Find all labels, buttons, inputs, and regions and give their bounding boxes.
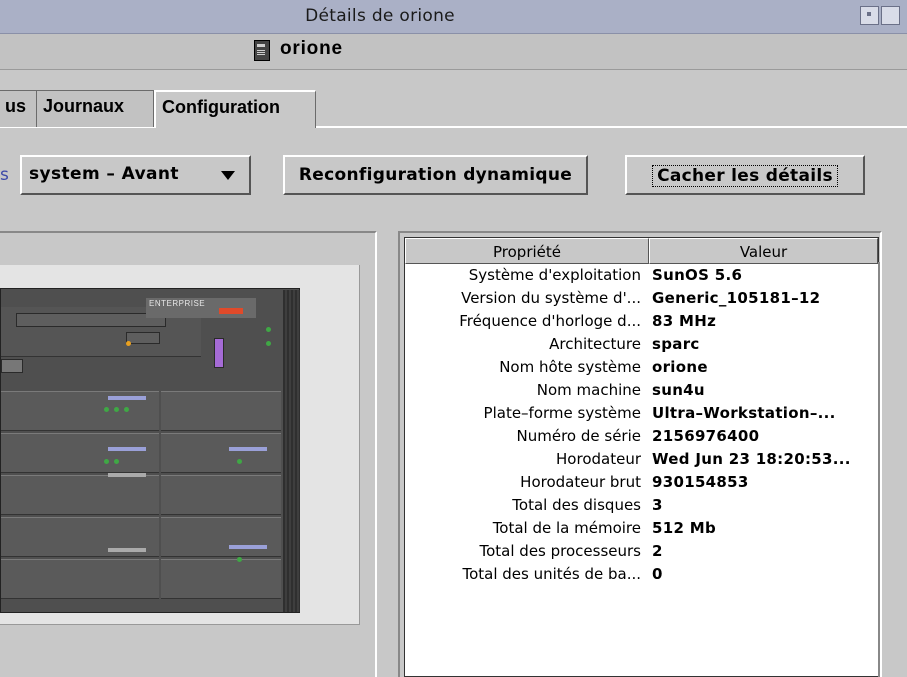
property-name: Total des unités de ba... [462, 565, 641, 583]
status-led-icon [237, 459, 242, 464]
table-row[interactable]: Nom hôte système orione [405, 358, 878, 381]
window-title: Détails de orione [305, 6, 455, 26]
property-value: 83 MHz [652, 312, 717, 330]
table-row[interactable]: Total des unités de ba... 0 [405, 565, 878, 588]
server-chassis-image[interactable] [0, 288, 300, 613]
property-name: Nom hôte système [499, 358, 641, 376]
minimize-button[interactable] [860, 6, 879, 25]
table-row[interactable]: Total des disques 3 [405, 496, 878, 519]
property-name: Total de la mémoire [492, 519, 641, 537]
property-value: 0 [652, 565, 663, 583]
disk-bay [161, 559, 281, 599]
property-value: Wed Jun 23 18:20:53... [652, 450, 851, 468]
properties-table[interactable]: Propriété Valeur Système d'exploitation S… [404, 237, 879, 677]
table-row[interactable]: Numéro de série 2156976400 [405, 427, 878, 450]
disk-label [108, 548, 146, 552]
property-name: Fréquence d'horloge d... [459, 312, 641, 330]
disk-bay [161, 433, 281, 473]
property-name: Horodateur [556, 450, 641, 468]
disk-bay [161, 475, 281, 515]
table-row[interactable]: Horodateur Wed Jun 23 18:20:53... [405, 450, 878, 473]
disk-label [229, 447, 267, 451]
computer-icon [254, 40, 270, 61]
table-row[interactable]: Fréquence d'horloge d... 83 MHz [405, 312, 878, 335]
property-value: sun4u [652, 381, 705, 399]
property-value: Ultra–Workstation–... [652, 404, 836, 422]
property-value: 512 Mb [652, 519, 716, 537]
table-row[interactable]: Nom machine sun4u [405, 381, 878, 404]
enterprise-logo: ENTERPRISE [146, 298, 256, 318]
disk-label [108, 473, 146, 477]
host-header: orione [0, 34, 907, 70]
property-value: SunOS 5.6 [652, 266, 743, 284]
table-row[interactable]: Plate–forme système Ultra–Workstation–... [405, 404, 878, 427]
property-name: Système d'exploitation [468, 266, 641, 284]
status-led-icon [237, 557, 242, 562]
chevron-down-icon [221, 171, 235, 180]
disk-label [229, 545, 267, 549]
property-value: 3 [652, 496, 663, 514]
disk-label [108, 396, 146, 400]
table-row[interactable]: Architecture sparc [405, 335, 878, 358]
property-name: Total des disques [512, 496, 641, 514]
logo-accent [219, 308, 243, 314]
tab-partial[interactable]: us [0, 90, 38, 127]
property-name: Nom machine [536, 381, 641, 399]
status-led-icon [114, 407, 119, 412]
disk-bay [1, 559, 159, 599]
view-label: s [0, 165, 9, 185]
table-row[interactable]: Total de la mémoire 512 Mb [405, 519, 878, 542]
status-led-icon [104, 459, 109, 464]
property-name: Total des processeurs [479, 542, 642, 560]
status-led-icon [266, 341, 271, 346]
enterprise-logo-text: ENTERPRISE [149, 299, 206, 308]
column-header-property[interactable]: Propriété [405, 238, 649, 264]
table-column-divider [878, 262, 880, 677]
property-name: Version du système d'... [461, 289, 641, 307]
disk-bay [1, 433, 159, 473]
window-title-bar[interactable]: Détails de orione [0, 0, 907, 34]
floppy-drive [126, 332, 160, 344]
table-row[interactable]: Système d'exploitation SunOS 5.6 [405, 266, 878, 289]
property-name: Plate–forme système [483, 404, 641, 422]
property-name: Horodateur brut [520, 473, 641, 491]
property-value: sparc [652, 335, 700, 353]
cdrom-drive [16, 313, 166, 327]
chassis-side-vent [283, 290, 300, 612]
property-value: 2 [652, 542, 663, 560]
status-led-icon [266, 327, 271, 332]
disk-bay [161, 517, 281, 557]
disk-label [108, 447, 146, 451]
table-row[interactable]: Version du système d'... Generic_105181–1… [405, 289, 878, 312]
property-value: 2156976400 [652, 427, 760, 445]
hide-details-label: Cacher les détails [652, 165, 838, 187]
chassis-latch [1, 359, 23, 373]
hide-details-button[interactable]: Cacher les détails [625, 155, 865, 195]
property-name: Numéro de série [516, 427, 641, 445]
status-led-icon [104, 407, 109, 412]
table-row[interactable]: Horodateur brut 930154853 [405, 473, 878, 496]
status-led-icon [114, 459, 119, 464]
view-select-value: system – Avant [29, 164, 179, 184]
dynamic-reconfiguration-button[interactable]: Reconfiguration dynamique [283, 155, 588, 195]
disk-bay [161, 391, 281, 431]
view-select[interactable]: system – Avant [20, 155, 251, 195]
property-value: Generic_105181–12 [652, 289, 821, 307]
property-value: orione [652, 358, 708, 376]
status-led-icon [124, 407, 129, 412]
tab-configuration[interactable]: Configuration [154, 90, 316, 128]
column-header-value[interactable]: Valeur [649, 238, 878, 264]
key-icon [214, 338, 224, 368]
status-led-icon [126, 341, 131, 346]
maximize-button[interactable] [881, 6, 900, 25]
table-row[interactable]: Total des processeurs 2 [405, 542, 878, 565]
disk-bay [1, 475, 159, 515]
host-name: orione [280, 38, 343, 59]
property-value: 930154853 [652, 473, 749, 491]
tab-journaux[interactable]: Journaux [36, 90, 154, 127]
property-name: Architecture [549, 335, 641, 353]
